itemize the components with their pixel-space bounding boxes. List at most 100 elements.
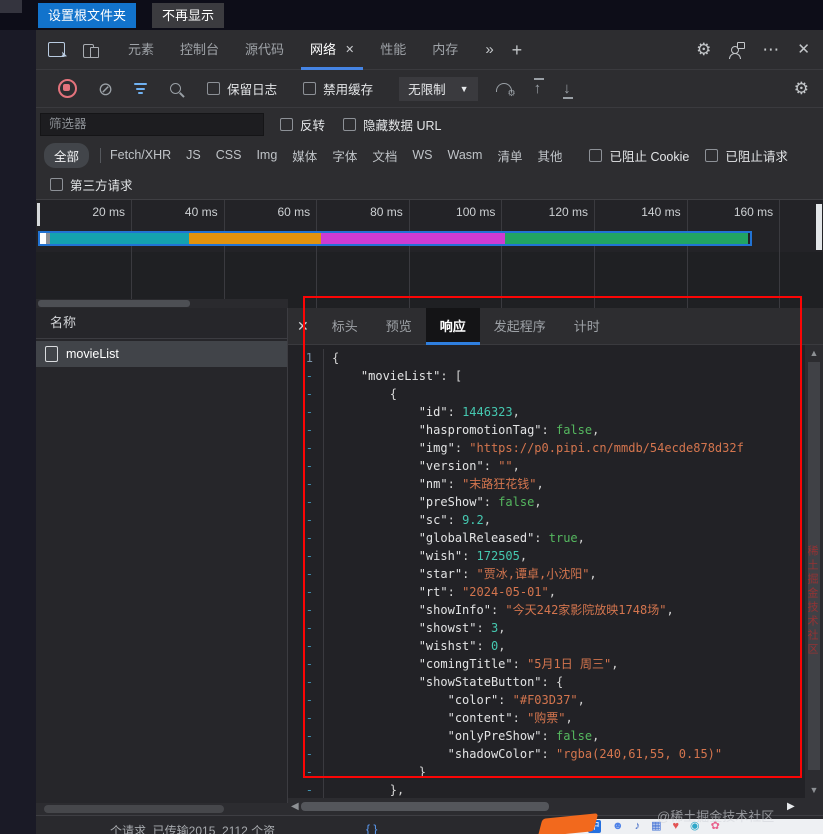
- blocked-requests-checkbox[interactable]: [705, 148, 719, 162]
- type-filter-js[interactable]: JS: [186, 148, 201, 162]
- code-text: "sc": 9.2,: [418, 513, 491, 527]
- type-filter-css[interactable]: CSS: [216, 148, 242, 162]
- scroll-up-icon[interactable]: ▲: [805, 348, 823, 358]
- search-icon[interactable]: [170, 83, 182, 94]
- detail-tab-timing[interactable]: 计时: [560, 308, 614, 345]
- line-number: -: [288, 745, 324, 763]
- code-line: - "showst": 3,: [288, 619, 805, 637]
- type-filter-doc[interactable]: 文档: [372, 146, 397, 165]
- line-number: -: [288, 691, 324, 709]
- invert-filter-checkbox[interactable]: [280, 117, 293, 131]
- import-har-icon[interactable]: ↓: [563, 81, 573, 99]
- overview-scrollbar[interactable]: [816, 204, 822, 250]
- blocked-cookies-checkbox[interactable]: [589, 148, 603, 162]
- code-line: - "content": "购票",: [288, 709, 805, 727]
- filter-input[interactable]: [40, 112, 264, 136]
- line-number: -: [288, 511, 324, 529]
- code-line: - },: [288, 781, 805, 798]
- detail-tab-headers[interactable]: 标头: [318, 308, 372, 345]
- line-number: -: [288, 547, 324, 565]
- detail-tab-preview[interactable]: 预览: [372, 308, 426, 345]
- code-line: - "wish": 172505,: [288, 547, 805, 565]
- network-settings-gear-icon[interactable]: ⚙: [794, 80, 809, 97]
- close-detail-panel-icon[interactable]: ✕: [288, 318, 318, 335]
- hide-data-url-label: 隐藏数据 URL: [363, 118, 442, 133]
- scrollbar-thumb[interactable]: [44, 805, 224, 813]
- code-line: 1{: [288, 349, 805, 367]
- disable-cache-label: 禁用缓存: [323, 83, 374, 97]
- timeline-scroll-tick: [37, 203, 40, 226]
- network-conditions-icon[interactable]: [495, 82, 516, 99]
- devtools-tab-console[interactable]: 控制台: [167, 30, 232, 70]
- third-party-checkbox[interactable]: [50, 178, 63, 191]
- scrollbar-thumb[interactable]: [301, 802, 549, 811]
- name-column-header[interactable]: 名称: [36, 308, 287, 339]
- code-text: "rt": "2024-05-01",: [418, 585, 556, 599]
- line-number: -: [288, 565, 324, 583]
- more-options-icon[interactable]: ⋯: [762, 41, 779, 58]
- scroll-right-icon[interactable]: ▶: [787, 801, 795, 812]
- overview-segment: [321, 233, 505, 244]
- preserve-log-checkbox[interactable]: [207, 82, 221, 95]
- type-filter-img[interactable]: Img: [256, 148, 277, 162]
- detail-tab-initiator[interactable]: 发起程序: [480, 308, 560, 345]
- inspect-element-icon[interactable]: [48, 42, 65, 57]
- type-filter-wasm[interactable]: Wasm: [447, 148, 482, 162]
- devtools-tab-sources[interactable]: 源代码: [232, 30, 297, 70]
- feedback-icon[interactable]: [729, 42, 746, 59]
- dont-show-again-button[interactable]: 不再显示: [152, 3, 225, 28]
- more-tabs-chevron-icon[interactable]: »: [485, 42, 493, 57]
- record-network-log-icon[interactable]: [58, 79, 77, 98]
- devtools-tab-memory[interactable]: 内存: [419, 30, 471, 70]
- close-devtools-icon[interactable]: ✕: [797, 42, 810, 57]
- timeline-label: 60 ms: [277, 205, 311, 219]
- devtools-tab-network[interactable]: 网络 ✕: [297, 30, 367, 70]
- code-text: "comingTitle": "5月1日 周三",: [418, 657, 619, 671]
- set-root-folder-button[interactable]: 设置根文件夹: [38, 3, 137, 28]
- code-text: "showst": 3,: [418, 621, 506, 635]
- table-horizontal-scrollbar[interactable]: [36, 299, 288, 308]
- type-filter-other[interactable]: 其他: [537, 146, 562, 165]
- detail-tab-response[interactable]: 响应: [425, 307, 480, 345]
- code-line: - "preShow": false,: [288, 493, 805, 511]
- disable-cache-checkbox[interactable]: [303, 82, 317, 95]
- devtools-tab-elements[interactable]: 元素: [115, 30, 167, 70]
- add-tab-icon[interactable]: +: [512, 41, 523, 59]
- type-filter-font[interactable]: 字体: [332, 146, 357, 165]
- timeline-label: 80 ms: [370, 205, 403, 219]
- timeline-label: 20 ms: [92, 205, 125, 219]
- taskbar-icon-1[interactable]: ☻: [612, 821, 624, 832]
- type-filter-media[interactable]: 媒体: [292, 146, 317, 165]
- code-text: {: [332, 387, 398, 401]
- type-filter-manifest[interactable]: 清单: [497, 146, 522, 165]
- scroll-down-icon[interactable]: ▼: [805, 785, 823, 795]
- request-row-movielist[interactable]: movieList: [36, 341, 287, 367]
- close-tab-icon[interactable]: ✕: [345, 30, 354, 70]
- network-overview-bar[interactable]: [38, 231, 752, 246]
- code-text: "wish": 172505,: [418, 549, 528, 563]
- settings-gear-icon[interactable]: ⚙: [696, 41, 711, 58]
- requests-panel-scrollbar[interactable]: [36, 803, 288, 815]
- line-number: -: [288, 727, 324, 745]
- code-line: - "onlyPreShow": false,: [288, 727, 805, 745]
- type-filter-ws[interactable]: WS: [412, 148, 432, 162]
- type-filter-fetch-xhr[interactable]: Fetch/XHR: [110, 148, 171, 162]
- timeline-gridline: [131, 200, 132, 308]
- export-har-icon[interactable]: ↑: [533, 78, 543, 96]
- feedback-bubble-icon: [737, 42, 746, 49]
- code-text: "haspromotionTag": false,: [418, 423, 600, 437]
- devtools-tab-performance[interactable]: 性能: [367, 30, 419, 70]
- scrollbar-thumb[interactable]: [38, 300, 190, 307]
- device-emulation-icon[interactable]: [83, 43, 99, 58]
- taskbar-icon-2[interactable]: ♪: [635, 821, 641, 832]
- clear-network-log-icon[interactable]: ⊘: [98, 80, 113, 98]
- timeline-gridline: [686, 200, 688, 308]
- filter-icon[interactable]: [134, 83, 148, 94]
- throttling-dropdown[interactable]: 无限制 ▼: [399, 76, 478, 101]
- tab-label: 源代码: [245, 41, 285, 57]
- scroll-left-icon[interactable]: ◀: [291, 801, 299, 812]
- response-viewer[interactable]: 1{- "movieList": [- {- "id": 1446323, - "…: [288, 345, 805, 798]
- type-filter-all[interactable]: 全部: [44, 142, 90, 168]
- hide-data-url-checkbox[interactable]: [343, 117, 357, 131]
- line-number: -: [288, 367, 324, 385]
